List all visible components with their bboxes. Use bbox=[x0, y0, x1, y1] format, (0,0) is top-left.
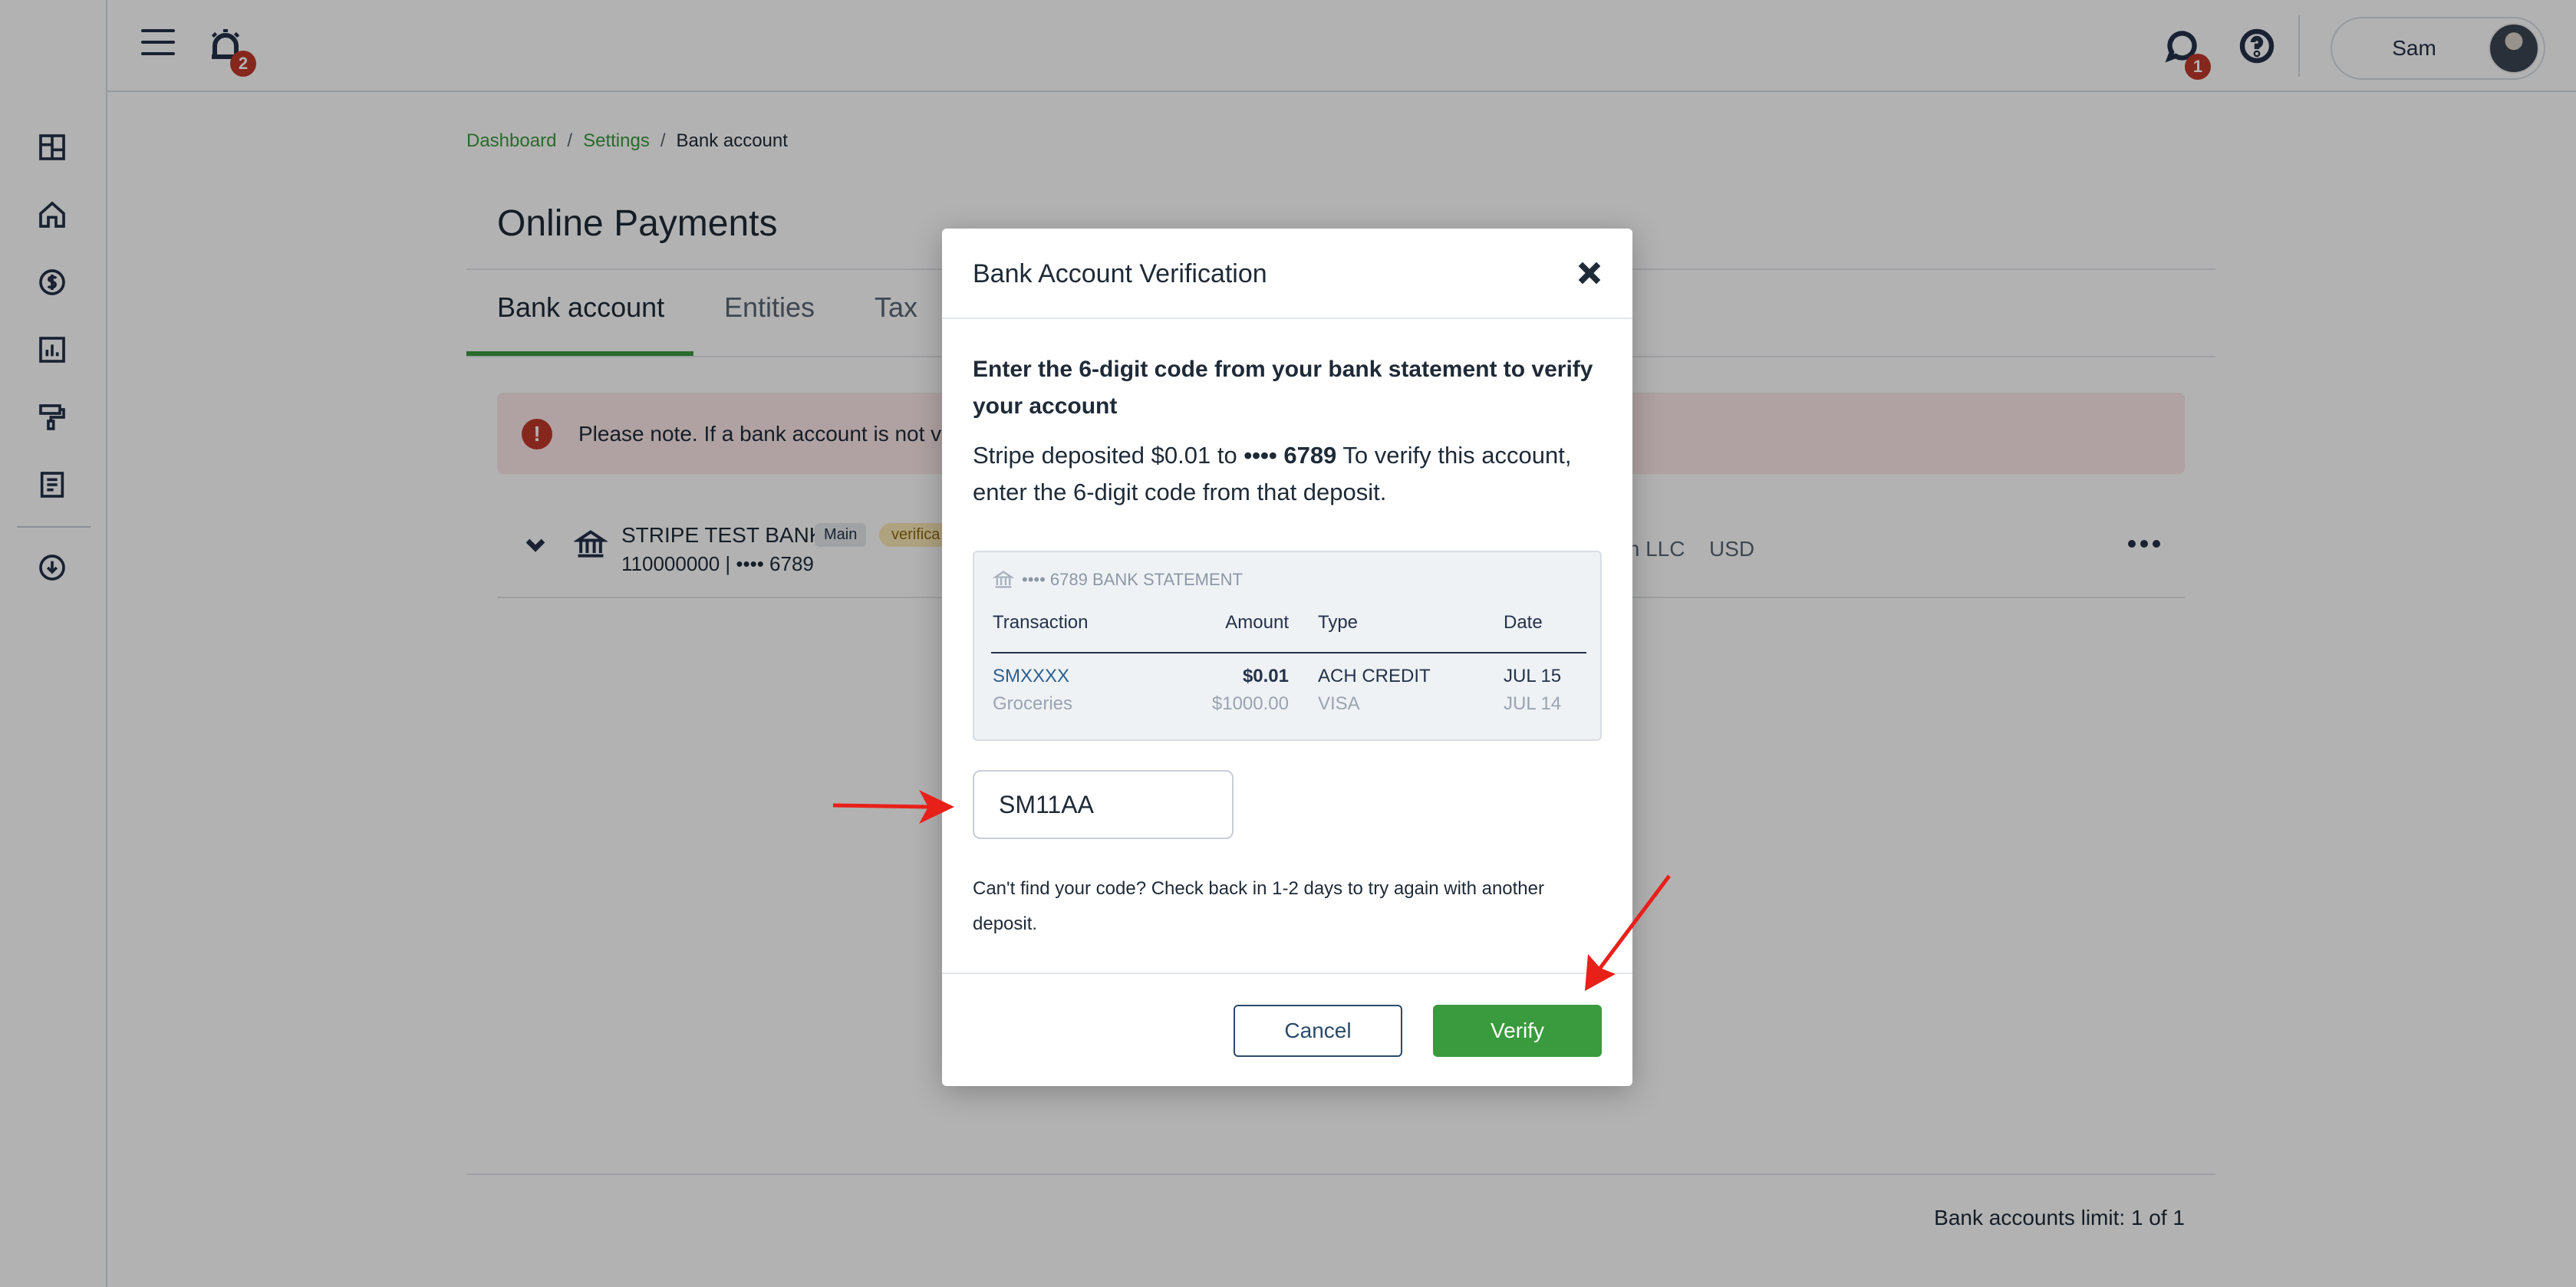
table-cell: ACH CREDIT bbox=[1318, 666, 1431, 686]
table-cell: $0.01 bbox=[1242, 666, 1289, 686]
column-header: Amount bbox=[1225, 612, 1289, 633]
table-cell: SMXXXX bbox=[993, 666, 1070, 686]
divider bbox=[942, 973, 1632, 974]
table-cell: $1000.00 bbox=[1211, 693, 1289, 714]
statement-title: •••• 6789 BANK STATEMENT bbox=[1022, 570, 1243, 589]
cancel-button[interactable]: Cancel bbox=[1234, 1005, 1402, 1057]
verify-button[interactable]: Verify bbox=[1433, 1005, 1602, 1057]
modal-title: Bank Account Verification bbox=[973, 259, 1267, 288]
verification-code-input[interactable] bbox=[973, 770, 1234, 839]
table-cell: JUL 14 bbox=[1504, 693, 1562, 714]
column-header: Date bbox=[1504, 612, 1543, 633]
close-icon[interactable] bbox=[1574, 258, 1605, 288]
desc-prefix: Stripe deposited $0.01 to bbox=[973, 442, 1244, 469]
divider bbox=[942, 318, 1632, 319]
statement-header: •••• 6789 BANK STATEMENT bbox=[993, 569, 1243, 591]
bank-icon bbox=[993, 571, 1014, 588]
column-header: Transaction bbox=[993, 612, 1089, 633]
table-cell: Groceries bbox=[993, 693, 1073, 714]
table-cell: VISA bbox=[1318, 693, 1360, 714]
divider bbox=[991, 652, 1586, 653]
desc-account: •••• 6789 bbox=[1244, 442, 1337, 469]
table-cell: JUL 15 bbox=[1504, 666, 1562, 686]
column-header: Type bbox=[1318, 612, 1359, 633]
help-text: Can't find your code? Check back in 1-2 … bbox=[973, 878, 1544, 934]
bank-statement-sample: •••• 6789 BANK STATEMENT Transaction Amo… bbox=[973, 551, 1602, 741]
verification-modal: Bank Account Verification Enter the 6-di… bbox=[942, 229, 1632, 1086]
modal-description: Stripe deposited $0.01 to •••• 6789 To v… bbox=[973, 437, 1602, 511]
modal-heading: Enter the 6-digit code from your bank st… bbox=[973, 357, 1593, 419]
